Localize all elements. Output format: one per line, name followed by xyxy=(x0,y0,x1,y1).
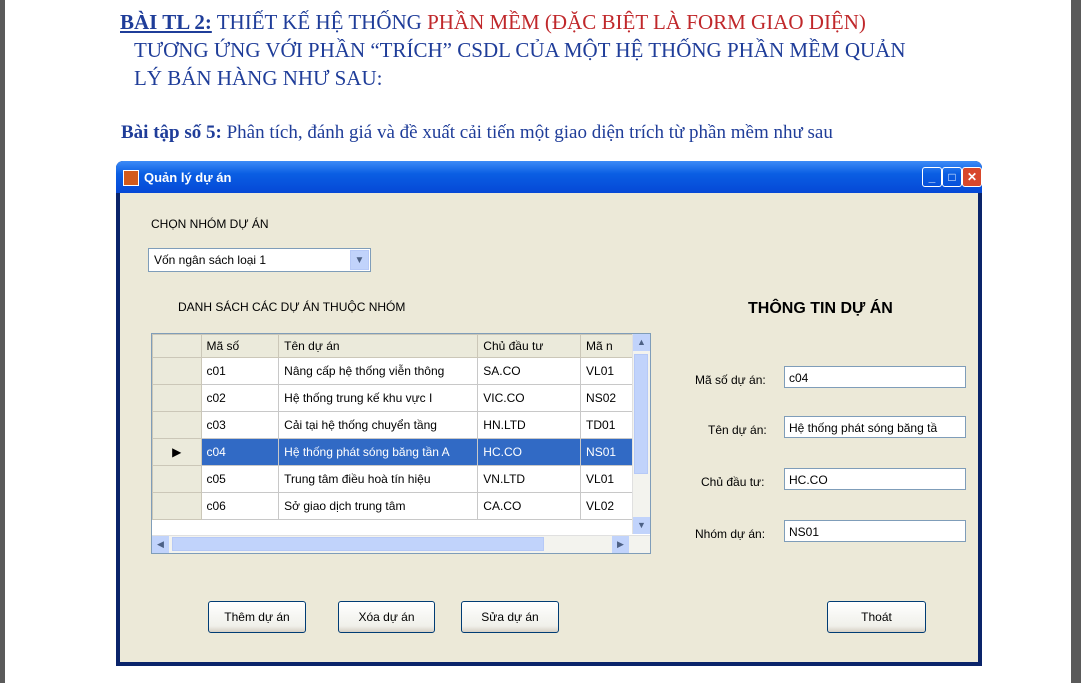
exercise-label: Bài tập số 5: xyxy=(121,122,222,143)
table-row[interactable]: c01 Nâng cấp hệ thống viễn thông SA.CO V… xyxy=(152,357,650,385)
window-titlebar[interactable]: Quản lý dự án _ □ ✕ xyxy=(116,161,982,193)
ten-du-an-label: Tên dự án: xyxy=(708,423,767,437)
cell-ten-du-an[interactable]: Hệ thống trung kế khu vực I xyxy=(278,384,479,412)
table-row[interactable]: c05 Trung tâm điều hoà tín hiệu VN.LTD V… xyxy=(152,465,650,493)
project-grid[interactable]: Mã số Tên dự án Chủ đầu tư Mã n c01 Nâng… xyxy=(151,333,651,554)
exit-button[interactable]: Thoát xyxy=(827,601,926,633)
current-row-arrow-icon[interactable]: ▶ xyxy=(152,438,202,466)
maximize-icon[interactable]: □ xyxy=(942,167,962,187)
ma-so-label: Mã số dự án: xyxy=(695,373,766,387)
window-title: Quản lý dự án xyxy=(144,170,232,185)
project-group-dropdown[interactable]: Vốn ngân sách loại 1 ▼ xyxy=(148,248,371,272)
column-header-chu-dau-tu[interactable]: Chủ đầu tư xyxy=(477,334,582,358)
row-header[interactable] xyxy=(152,411,202,439)
table-row[interactable]: c03 Cải tại hệ thống chuyển tầng HN.LTD … xyxy=(152,411,650,439)
assignment-heading: BÀI TL 2: THIẾT KẾ HỆ THỐNG PHẦN MỀM (ĐẶ… xyxy=(120,8,1020,92)
row-header[interactable] xyxy=(152,357,202,385)
row-header[interactable] xyxy=(152,384,202,412)
scroll-left-icon[interactable]: ◀ xyxy=(152,536,169,553)
column-header-ma-so[interactable]: Mã số xyxy=(200,334,280,358)
exercise-text: Phân tích, đánh giá và đề xuất cải tiến … xyxy=(221,122,833,143)
cell-ma-so[interactable]: c04 xyxy=(200,438,280,466)
cell-ma-so[interactable]: c01 xyxy=(200,357,280,385)
table-row-selected[interactable]: ▶ c04 Hệ thống phát sóng băng tần A HC.C… xyxy=(152,438,650,466)
cell-chu-dau-tu[interactable]: VIC.CO xyxy=(477,384,582,412)
cell-ma-so[interactable]: c05 xyxy=(200,465,280,493)
add-project-button[interactable]: Thêm dự án xyxy=(208,601,306,633)
decorative-text-fragment xyxy=(148,677,408,683)
cell-chu-dau-tu[interactable]: SA.CO xyxy=(477,357,582,385)
row-header[interactable] xyxy=(152,492,202,520)
project-group-value: Vốn ngân sách loại 1 xyxy=(154,253,267,267)
horizontal-scrollbar[interactable]: ◀ ▶ xyxy=(152,535,650,553)
nhom-du-an-label: Nhóm dự án: xyxy=(695,527,766,541)
cell-ten-du-an[interactable]: Sở giao dịch trung tâm xyxy=(278,492,479,520)
horizontal-scroll-thumb[interactable] xyxy=(172,537,544,551)
vertical-scrollbar[interactable]: ▲ ▼ xyxy=(632,334,650,534)
cell-chu-dau-tu[interactable]: HN.LTD xyxy=(477,411,582,439)
chevron-down-icon[interactable]: ▼ xyxy=(350,250,369,270)
edit-project-button[interactable]: Sửa dự án xyxy=(461,601,559,633)
cell-ten-du-an[interactable]: Hệ thống phát sóng băng tần A xyxy=(278,438,479,466)
delete-project-button[interactable]: Xóa dự án xyxy=(338,601,435,633)
cell-ma-so[interactable]: c06 xyxy=(200,492,280,520)
group-label: CHỌN NHÓM DỰ ÁN xyxy=(151,217,269,231)
cell-chu-dau-tu[interactable]: HC.CO xyxy=(477,438,582,466)
chu-dau-tu-field[interactable]: HC.CO xyxy=(784,468,966,490)
cell-ma-so[interactable]: c03 xyxy=(200,411,280,439)
grid-corner xyxy=(152,334,202,358)
scroll-right-icon[interactable]: ▶ xyxy=(612,536,629,553)
exercise-heading: Bài tập số 5: Phân tích, đánh giá và đề … xyxy=(121,122,833,144)
app-icon xyxy=(123,170,139,186)
vertical-scroll-thumb[interactable] xyxy=(634,354,648,474)
row-header[interactable] xyxy=(152,465,202,493)
cell-ten-du-an[interactable]: Nâng cấp hệ thống viễn thông xyxy=(278,357,479,385)
heading-part1: THIẾT KẾ HỆ THỐNG xyxy=(216,10,428,34)
project-list-label: DANH SÁCH CÁC DỰ ÁN THUỘC NHÓM xyxy=(178,300,406,314)
heading-label: BÀI TL 2: xyxy=(120,10,212,34)
minimize-icon[interactable]: _ xyxy=(922,167,942,187)
ten-du-an-field[interactable]: Hệ thống phát sóng băng tầ xyxy=(784,416,966,438)
chu-dau-tu-label: Chủ đầu tư: xyxy=(701,475,765,489)
cell-chu-dau-tu[interactable]: CA.CO xyxy=(477,492,582,520)
table-row[interactable]: c06 Sở giao dịch trung tâm CA.CO VL02 xyxy=(152,492,650,520)
nhom-du-an-field[interactable]: NS01 xyxy=(784,520,966,542)
scroll-down-icon[interactable]: ▼ xyxy=(633,517,650,534)
grid-header-row: Mã số Tên dự án Chủ đầu tư Mã n xyxy=(152,334,650,358)
cell-ten-du-an[interactable]: Cải tại hệ thống chuyển tầng xyxy=(278,411,479,439)
column-header-ten-du-an[interactable]: Tên dự án xyxy=(278,334,479,358)
cell-ma-so[interactable]: c02 xyxy=(200,384,280,412)
heading-line3: LÝ BÁN HÀNG NHƯ SAU: xyxy=(134,66,383,90)
heading-red-text: PHẦN MỀM (ĐẶC BIỆT LÀ FORM GIAO DIỆN) xyxy=(427,10,866,34)
window-client-area: CHỌN NHÓM DỰ ÁN Vốn ngân sách loại 1 ▼ D… xyxy=(120,193,978,662)
ma-so-field[interactable]: c04 xyxy=(784,366,966,388)
close-icon[interactable]: ✕ xyxy=(962,167,982,187)
scroll-up-icon[interactable]: ▲ xyxy=(633,334,650,351)
table-row[interactable]: c02 Hệ thống trung kế khu vực I VIC.CO N… xyxy=(152,384,650,412)
heading-line2: TƯƠNG ỨNG VỚI PHẦN “TRÍCH” CSDL CỦA MỘT … xyxy=(134,38,906,62)
project-manager-window: Quản lý dự án _ □ ✕ CHỌN NHÓM DỰ ÁN Vốn … xyxy=(116,161,982,666)
cell-chu-dau-tu[interactable]: VN.LTD xyxy=(477,465,582,493)
project-info-title: THÔNG TIN DỰ ÁN xyxy=(748,300,893,317)
cell-ten-du-an[interactable]: Trung tâm điều hoà tín hiệu xyxy=(278,465,479,493)
